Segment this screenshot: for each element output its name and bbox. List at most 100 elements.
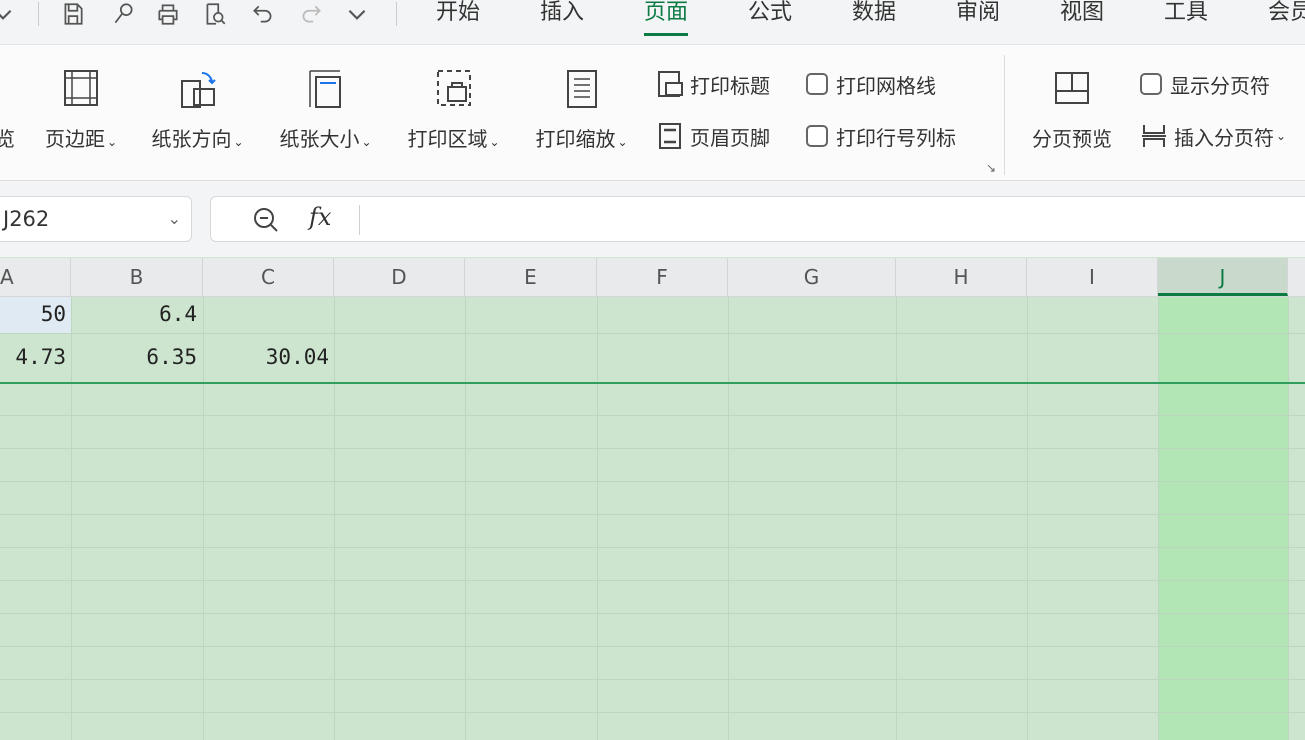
zoom-icon[interactable]: [251, 205, 281, 235]
gridline: [0, 448, 1305, 449]
gridline: [0, 514, 1305, 515]
header-footer-button[interactable]: 页眉页脚: [656, 119, 770, 153]
gridline: [0, 333, 1305, 334]
insert-page-break-button[interactable]: 插入分页符 ⌄: [1140, 119, 1286, 153]
column-header-g[interactable]: G: [728, 258, 896, 296]
chevron-down-icon: ⌄: [361, 135, 372, 149]
tab-page[interactable]: 页面: [644, 0, 689, 36]
margins-button[interactable]: 页边距 ⌄: [36, 45, 126, 175]
checkbox-icon[interactable]: [1140, 73, 1162, 95]
selected-column-j: [1158, 297, 1288, 740]
chevron-down-icon: ⌄: [489, 135, 500, 149]
insert-page-break-icon: [1140, 121, 1168, 151]
print-titles-icon: [656, 69, 684, 99]
name-box-value: J262: [3, 207, 50, 231]
gridline: [0, 679, 1305, 680]
print-scale-button[interactable]: 打印缩放 ⌄: [524, 45, 639, 175]
print-headings-checkbox[interactable]: 打印行号列标: [806, 119, 956, 153]
column-header-f[interactable]: F: [597, 258, 728, 296]
print-gridlines-label: 打印网格线: [836, 73, 936, 98]
print-titles-button[interactable]: 打印标题: [656, 67, 770, 101]
paper-size-label: 纸张大小: [279, 127, 360, 151]
gridline: [1027, 297, 1028, 740]
gridline: [0, 646, 1305, 647]
chevron-down-icon[interactable]: [0, 0, 18, 28]
dialog-launcher-icon[interactable]: ↘: [986, 161, 996, 175]
paper-size-button[interactable]: 纸张大小 ⌄: [268, 45, 383, 175]
orientation-label: 纸张方向: [151, 127, 232, 151]
gridline: [0, 613, 1305, 614]
tab-tools[interactable]: 工具: [1164, 0, 1208, 36]
page-break-line[interactable]: [0, 382, 1305, 384]
margins-label: 页边距: [44, 127, 105, 151]
tab-home[interactable]: 开始: [436, 0, 480, 36]
undo-icon[interactable]: [248, 0, 278, 28]
name-box[interactable]: J262 ⌄: [0, 196, 192, 242]
gridline: [0, 481, 1305, 482]
column-header-e[interactable]: E: [465, 258, 597, 296]
formula-input[interactable]: fx: [210, 196, 1305, 242]
print-headings-label: 打印行号列标: [836, 125, 956, 150]
cell-b1[interactable]: 6.4: [71, 302, 197, 326]
gridline: [334, 297, 335, 740]
cell-grid[interactable]: 50 6.4 4.73 6.35 30.04: [0, 297, 1305, 740]
gridline: [0, 580, 1305, 581]
cell-b2[interactable]: 6.35: [71, 345, 197, 369]
checkbox-icon[interactable]: [806, 73, 828, 95]
column-header-d[interactable]: D: [334, 258, 465, 296]
tab-formulas[interactable]: 公式: [748, 0, 792, 36]
gridline: [0, 712, 1305, 713]
page-break-preview-label: 分页预览: [1032, 127, 1112, 151]
column-header-j[interactable]: J: [1158, 258, 1288, 296]
save-icon[interactable]: [58, 0, 88, 28]
chevron-down-icon: ⌄: [617, 135, 628, 149]
cell-c2[interactable]: 30.04: [203, 345, 329, 369]
ribbon-cut-button[interactable]: 览: [0, 45, 20, 175]
column-header-i[interactable]: I: [1027, 258, 1158, 296]
paper-size-icon: [306, 67, 346, 111]
print-icon[interactable]: [153, 0, 183, 28]
cell-a2[interactable]: 4.73: [0, 345, 66, 369]
divider: [396, 2, 397, 26]
print-titles-label: 打印标题: [690, 73, 770, 98]
column-header-c[interactable]: C: [203, 258, 334, 296]
page-break-preview-button[interactable]: 分页预览: [1022, 45, 1122, 175]
column-header-h[interactable]: H: [896, 258, 1027, 296]
print-gridlines-checkbox[interactable]: 打印网格线: [806, 67, 936, 101]
print-area-button[interactable]: 打印区域 ⌄: [396, 45, 511, 175]
column-header-b[interactable]: B: [71, 258, 203, 296]
gridline: [0, 547, 1305, 548]
show-page-breaks-label: 显示分页符: [1170, 73, 1270, 98]
fx-icon[interactable]: fx: [309, 203, 331, 231]
chevron-down-icon: ⌄: [106, 135, 118, 149]
margins-icon: [61, 67, 101, 111]
tab-data[interactable]: 数据: [852, 0, 896, 36]
ribbon-divider: [1004, 55, 1005, 175]
show-page-breaks-checkbox[interactable]: 显示分页符: [1140, 67, 1270, 101]
redo-icon[interactable]: [296, 0, 326, 28]
print-area-icon: [434, 67, 474, 111]
header-footer-label: 页眉页脚: [690, 125, 770, 150]
column-headers: A B C D E F G H I J: [0, 258, 1305, 297]
print-scale-label: 打印缩放: [535, 127, 616, 151]
divider: [38, 2, 39, 26]
format-painter-icon[interactable]: [108, 0, 138, 28]
orientation-button[interactable]: 纸张方向 ⌄: [140, 45, 255, 175]
more-icon[interactable]: [342, 0, 372, 28]
chevron-down-icon: ⌄: [1276, 129, 1287, 143]
chevron-down-icon[interactable]: ⌄: [168, 209, 181, 228]
gridline: [728, 297, 729, 740]
gridline: [1158, 297, 1159, 740]
gridline: [597, 297, 598, 740]
insert-page-break-label: 插入分页符: [1174, 125, 1274, 150]
tab-view[interactable]: 视图: [1060, 0, 1104, 36]
formula-bar: J262 ⌄ fx: [0, 181, 1305, 257]
ribbon-cut-label: 览: [0, 127, 15, 151]
tab-review[interactable]: 审阅: [956, 0, 1000, 36]
column-header-a[interactable]: A: [0, 258, 71, 296]
tab-insert[interactable]: 插入: [540, 0, 584, 36]
tab-member[interactable]: 会员: [1268, 0, 1305, 36]
cell-a1[interactable]: 50: [0, 302, 66, 326]
checkbox-icon[interactable]: [806, 125, 828, 147]
print-preview-icon[interactable]: [200, 0, 230, 28]
